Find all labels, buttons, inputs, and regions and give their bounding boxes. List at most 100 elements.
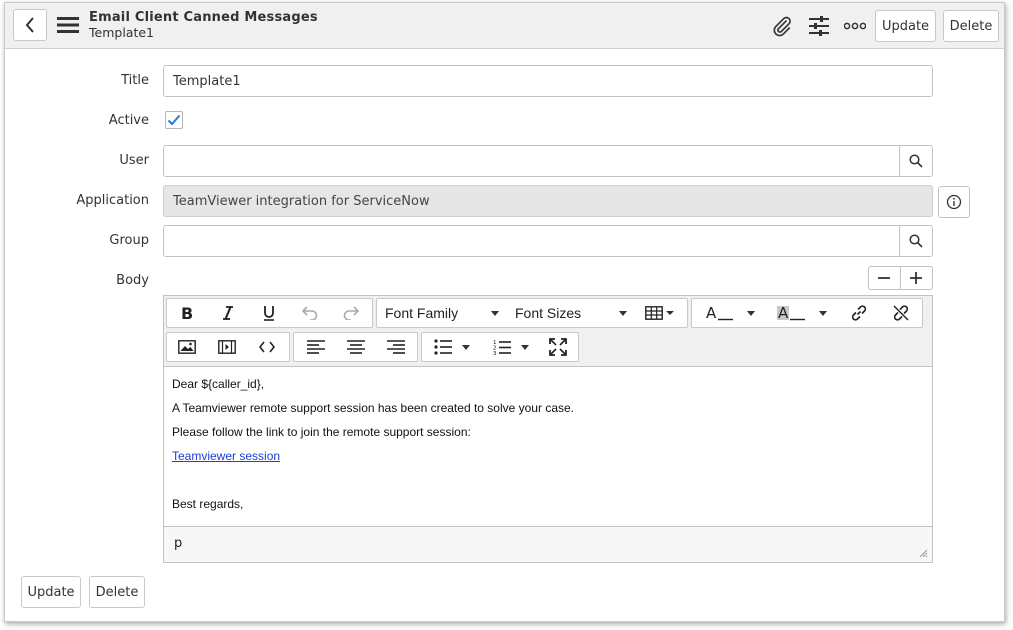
underline-icon (264, 306, 274, 321)
body-line: Best regards, (172, 497, 244, 511)
settings-sliders-icon[interactable] (806, 13, 832, 39)
element-path: p (174, 536, 183, 551)
font-group: Font Family Font Sizes (376, 298, 688, 328)
back-button[interactable] (13, 9, 47, 41)
align-left-icon (307, 340, 325, 354)
title-label: Title (121, 73, 149, 88)
body-label: Body (116, 273, 149, 288)
bold-icon: B (181, 305, 193, 321)
italic-icon (223, 306, 233, 320)
table-button[interactable] (641, 299, 677, 327)
redo-button[interactable] (335, 299, 367, 327)
numbered-list-button[interactable]: 123 (485, 333, 537, 361)
undo-icon (302, 306, 318, 320)
code-icon (259, 341, 275, 353)
application-field: TeamViewer integration for ServiceNow (163, 185, 933, 217)
numbered-list-icon: 123 (493, 340, 511, 355)
font-family-select[interactable]: Font Family (385, 299, 503, 327)
teamviewer-session-link[interactable]: Teamviewer session (172, 449, 280, 463)
bold-button[interactable]: B (171, 299, 203, 327)
video-icon (218, 340, 236, 354)
application-label: Application (76, 193, 149, 208)
insert-image-button[interactable] (169, 333, 205, 361)
application-info-button[interactable] (938, 186, 970, 218)
font-sizes-label: Font Sizes (515, 305, 582, 321)
form-title: Email Client Canned Messages (89, 10, 318, 25)
editor-statusbar: p (164, 526, 932, 562)
update-button-bottom[interactable]: Update (21, 576, 81, 608)
plus-icon (910, 272, 923, 284)
align-center-icon (347, 340, 365, 354)
zoom-in-button[interactable] (901, 267, 933, 289)
minus-icon (878, 277, 891, 279)
align-center-button[interactable] (338, 333, 374, 361)
list-group: 123 (421, 332, 579, 362)
chevron-down-icon (665, 311, 674, 315)
body-line (172, 473, 924, 487)
svg-text:3: 3 (493, 351, 497, 355)
chevron-down-icon (619, 310, 627, 316)
underline-button[interactable] (253, 299, 285, 327)
more-icon[interactable] (842, 13, 868, 39)
body-line: Please follow the link to join the remot… (172, 425, 471, 439)
user-label: User (119, 153, 149, 168)
svg-text:A: A (706, 304, 717, 322)
form-window: Email Client Canned Messages Template1 U… (4, 2, 1005, 622)
form-header: Email Client Canned Messages Template1 U… (5, 3, 1004, 49)
delete-button[interactable]: Delete (943, 10, 999, 42)
chevron-down-icon (462, 344, 470, 350)
svg-text:A: A (778, 304, 789, 322)
body-line: A Teamviewer remote support session has … (172, 401, 574, 415)
chevron-down-icon (747, 310, 755, 316)
chevron-down-icon (521, 344, 529, 350)
user-input[interactable] (163, 145, 900, 177)
body-line: Dear ${caller_id}, (172, 377, 265, 391)
bullet-list-icon (434, 339, 452, 355)
menu-icon[interactable] (57, 15, 79, 35)
editor-toolbar: B Font Family Font Sizes A A 1 2 3 (164, 296, 932, 367)
svg-text:B: B (181, 305, 193, 321)
font-family-label: Font Family (385, 305, 459, 321)
text-color-button[interactable]: A (700, 299, 760, 327)
group-lookup-button[interactable] (899, 225, 933, 257)
search-icon (909, 234, 923, 248)
unlink-button[interactable] (884, 299, 918, 327)
format-group: B (166, 298, 373, 328)
update-button[interactable]: Update (875, 10, 936, 42)
back-icon (25, 17, 34, 33)
link-button[interactable] (842, 299, 876, 327)
align-right-button[interactable] (378, 333, 414, 361)
source-code-button[interactable] (249, 333, 285, 361)
background-color-button[interactable]: A (772, 299, 832, 327)
redo-icon (343, 306, 359, 320)
editor-content[interactable]: Dear ${caller_id}, A Teamviewer remote s… (164, 368, 932, 526)
bullet-list-button[interactable] (426, 333, 478, 361)
color-link-group: A A (691, 298, 923, 328)
search-icon (909, 154, 923, 168)
resize-handle-icon[interactable] (918, 548, 928, 558)
align-right-icon (387, 340, 405, 354)
title-input[interactable]: Template1 (163, 65, 933, 97)
editor-zoom-controls (868, 266, 933, 290)
user-lookup-button[interactable] (899, 145, 933, 177)
active-checkbox[interactable] (165, 111, 183, 129)
italic-button[interactable] (212, 299, 244, 327)
insert-group (166, 332, 290, 362)
active-label: Active (108, 113, 149, 128)
group-label: Group (109, 233, 149, 248)
checkmark-icon (167, 114, 181, 126)
table-icon (644, 306, 663, 320)
delete-button-bottom[interactable]: Delete (89, 576, 145, 608)
link-icon (851, 305, 867, 321)
undo-button[interactable] (294, 299, 326, 327)
zoom-out-button[interactable] (869, 267, 901, 289)
paperclip-icon[interactable] (769, 13, 795, 39)
fullscreen-button[interactable] (540, 333, 576, 361)
info-icon (946, 194, 962, 210)
insert-media-button[interactable] (209, 333, 245, 361)
body-editor: B Font Family Font Sizes A A 1 2 3 Dear … (163, 295, 933, 563)
font-sizes-select[interactable]: Font Sizes (515, 299, 631, 327)
group-input[interactable] (163, 225, 900, 257)
unlink-icon (893, 305, 909, 321)
align-left-button[interactable] (298, 333, 334, 361)
